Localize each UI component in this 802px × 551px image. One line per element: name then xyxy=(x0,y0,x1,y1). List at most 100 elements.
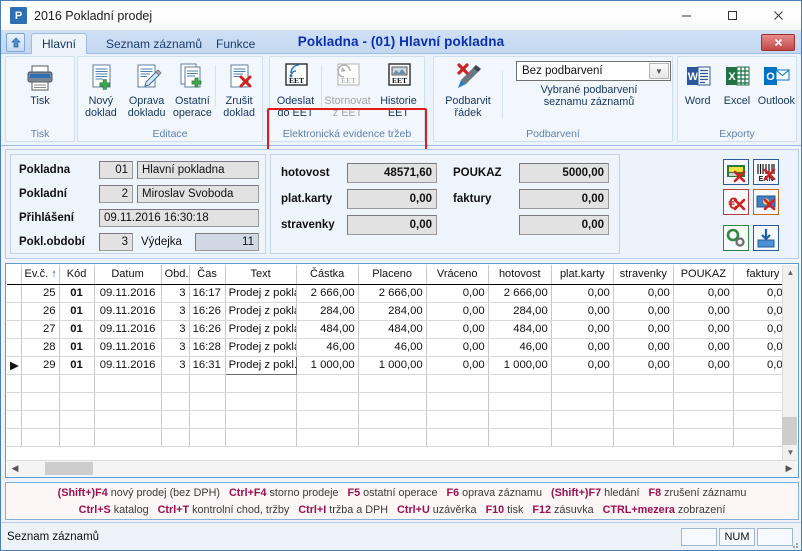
table-row[interactable]: ▶ 29 01 09.11.2016 3 16:31 Prodej z pokl. 1 000… xyxy=(7,355,784,375)
delete-document-button[interactable]: Zrušit doklad xyxy=(216,59,262,125)
cell-vr-ceno[interactable]: 0,00 xyxy=(426,284,489,303)
cell-text[interactable]: Prodej z pokla xyxy=(225,338,297,357)
cell-empty[interactable] xyxy=(189,410,226,429)
cell-faktury[interactable]: 0,00 xyxy=(733,320,784,339)
new-document-button[interactable]: Nový doklad xyxy=(78,59,124,125)
cell-faktury[interactable]: 0,00 xyxy=(733,338,784,357)
cell--stka[interactable]: 1 000,00 xyxy=(296,356,359,375)
cell-text[interactable]: Prodej z pokla xyxy=(225,302,297,321)
export-excel-button[interactable]: X Excel xyxy=(717,59,756,125)
cell-empty[interactable] xyxy=(733,428,784,447)
print-button[interactable]: Tisk xyxy=(6,59,74,125)
cell-faktury[interactable]: 0,00 xyxy=(733,284,784,303)
col-stravenky[interactable]: stravenky xyxy=(613,265,674,285)
cell-k-d[interactable]: 01 xyxy=(59,356,95,375)
cell-empty[interactable] xyxy=(189,374,226,393)
cell-empty[interactable] xyxy=(613,392,674,411)
cell-empty[interactable] xyxy=(94,392,162,411)
row-marker[interactable] xyxy=(7,302,22,321)
cell-empty[interactable] xyxy=(21,410,60,429)
cell-k-d[interactable]: 01 xyxy=(59,320,95,339)
cell-plat-karty[interactable]: 0,00 xyxy=(551,320,614,339)
col-text[interactable]: Text xyxy=(225,265,297,285)
edit-document-button[interactable]: Oprava dokladu xyxy=(124,59,170,125)
other-operations-button[interactable]: Ostatní operace xyxy=(170,59,216,125)
cell-empty[interactable] xyxy=(358,374,427,393)
cell--as[interactable]: 16:31 xyxy=(189,356,226,375)
price-cancel-icon[interactable] xyxy=(723,159,749,185)
cell-obd-[interactable]: 3 xyxy=(161,302,190,321)
cell-empty[interactable] xyxy=(551,392,614,411)
cell-empty[interactable] xyxy=(161,410,190,429)
col-platkarty[interactable]: plat.karty xyxy=(551,265,614,285)
cell-vr-ceno[interactable]: 0,00 xyxy=(426,356,489,375)
table-row[interactable]: 28 01 09.11.2016 3 16:28 Prodej z pokla 46,00 4… xyxy=(7,338,784,357)
cell-empty[interactable] xyxy=(21,392,60,411)
eet-send-button[interactable]: EET Odeslat do EET xyxy=(270,59,321,125)
cell-faktury[interactable]: 0,00 xyxy=(733,302,784,321)
cell--as[interactable]: 16:17 xyxy=(189,284,226,303)
cell-placeno[interactable]: 2 666,00 xyxy=(358,284,427,303)
cell-datum[interactable]: 09.11.2016 xyxy=(94,356,162,375)
cell-empty[interactable] xyxy=(488,374,552,393)
cell-empty[interactable] xyxy=(59,428,95,447)
cell-empty[interactable] xyxy=(488,410,552,429)
cell-placeno[interactable]: 46,00 xyxy=(358,338,427,357)
cell-empty[interactable] xyxy=(551,428,614,447)
col-kod[interactable]: Kód xyxy=(59,265,95,285)
cell-stravenky[interactable]: 0,00 xyxy=(613,284,674,303)
cell--stka[interactable]: 284,00 xyxy=(296,302,359,321)
close-icon[interactable] xyxy=(755,1,801,30)
chevron-down-icon[interactable]: ▼ xyxy=(649,63,669,79)
table-row-empty[interactable] xyxy=(7,392,784,411)
cell-text[interactable]: Prodej z pokla xyxy=(225,284,297,303)
cell-empty[interactable] xyxy=(613,410,674,429)
cell-empty[interactable] xyxy=(94,410,162,429)
cell-empty[interactable] xyxy=(488,392,552,411)
field-pokladna-code[interactable]: 01 xyxy=(99,161,133,179)
col-cas[interactable]: Čas xyxy=(189,265,226,285)
table-row[interactable]: 27 01 09.11.2016 3 16:26 Prodej z pokla 484,00… xyxy=(7,320,784,339)
cell-plat-karty[interactable]: 0,00 xyxy=(551,284,614,303)
eet-history-button[interactable]: EET Historie EET xyxy=(373,59,424,125)
cell-ev-[interactable]: 27 xyxy=(21,320,60,339)
col-placeno[interactable]: Placeno xyxy=(358,265,427,285)
cell-poukaz[interactable]: 0,00 xyxy=(673,338,734,357)
cell-empty[interactable] xyxy=(21,428,60,447)
cell-datum[interactable]: 09.11.2016 xyxy=(94,302,162,321)
cell-empty[interactable] xyxy=(551,410,614,429)
col-evc[interactable]: Ev.č. ↑ xyxy=(21,265,60,285)
export-outlook-button[interactable]: O Outlook xyxy=(757,59,796,125)
cell-vr-ceno[interactable]: 0,00 xyxy=(426,320,489,339)
cell-empty[interactable] xyxy=(59,392,95,411)
cell-ev-[interactable]: 29 xyxy=(21,356,60,375)
cell-empty[interactable] xyxy=(733,392,784,411)
cell-k-d[interactable]: 01 xyxy=(59,302,95,321)
cell-empty[interactable] xyxy=(161,392,190,411)
vertical-scrollbar[interactable]: ▲ ▼ xyxy=(782,265,798,460)
cell-empty[interactable] xyxy=(673,392,734,411)
field-pokladni-name[interactable]: Miroslav Svoboda xyxy=(137,185,259,203)
col-obd[interactable]: Obd. xyxy=(161,265,190,285)
cell-hotovost[interactable]: 484,00 xyxy=(488,320,552,339)
cell-empty[interactable] xyxy=(225,392,297,411)
cell-stravenky[interactable]: 0,00 xyxy=(613,356,674,375)
cell-empty[interactable] xyxy=(296,428,359,447)
cell-empty[interactable] xyxy=(59,374,95,393)
cell-poukaz[interactable]: 0,00 xyxy=(673,356,734,375)
table-row-empty[interactable] xyxy=(7,428,784,447)
cell-empty[interactable] xyxy=(161,428,190,447)
cell-plat-karty[interactable]: 0,00 xyxy=(551,356,614,375)
cell-hotovost[interactable]: 284,00 xyxy=(488,302,552,321)
cell-obd-[interactable]: 3 xyxy=(161,284,190,303)
barcode-ean-cancel-icon[interactable]: EAN xyxy=(753,159,779,185)
cell-empty[interactable] xyxy=(225,410,297,429)
cell-datum[interactable]: 09.11.2016 xyxy=(94,338,162,357)
cell--as[interactable]: 16:26 xyxy=(189,302,226,321)
eet-cancel-button[interactable]: EET Stornovat z EET xyxy=(322,59,373,125)
cell-text[interactable]: Prodej z pokl. xyxy=(224,355,297,375)
cell-ev-[interactable]: 28 xyxy=(21,338,60,357)
table-row-empty[interactable] xyxy=(7,410,784,429)
field-vydejka[interactable]: 11 xyxy=(195,233,259,251)
scroll-down-icon[interactable]: ▼ xyxy=(783,445,798,460)
